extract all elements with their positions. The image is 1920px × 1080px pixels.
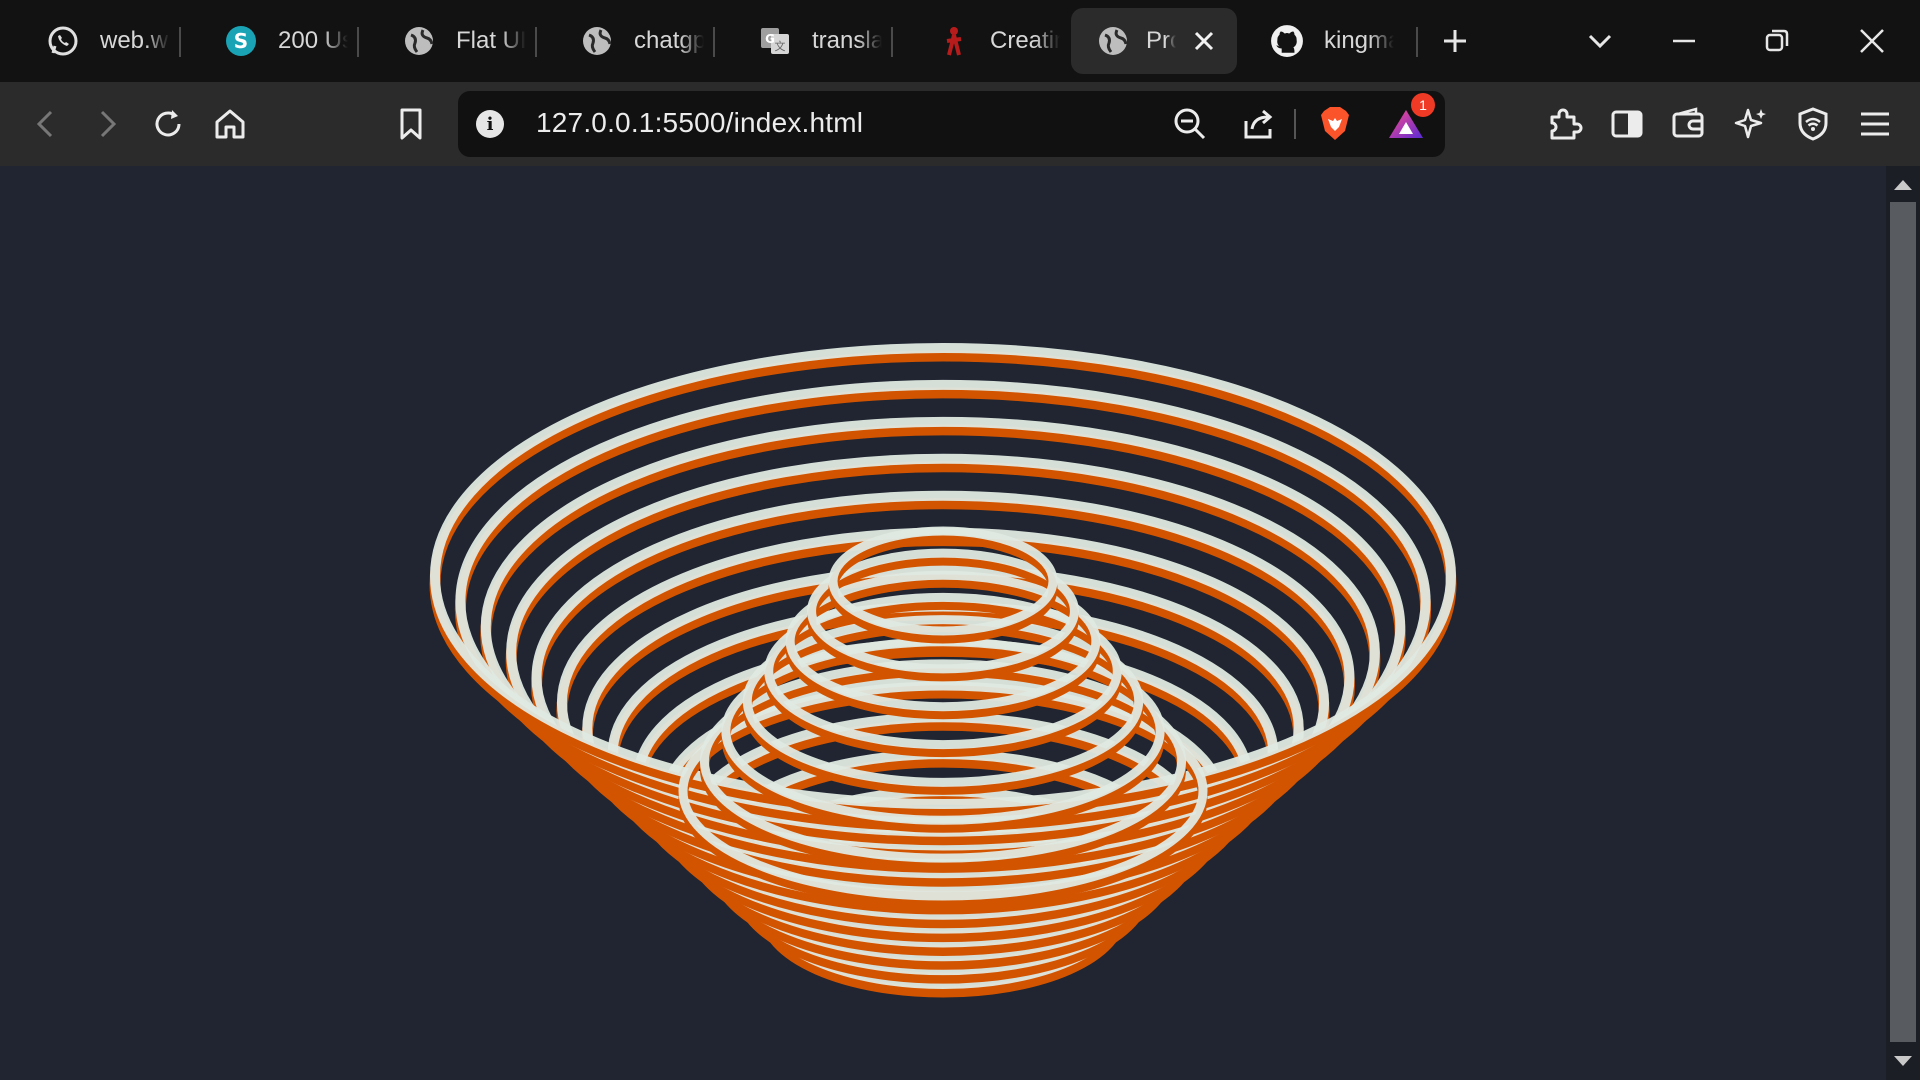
minimize-button[interactable] (1659, 16, 1709, 66)
back-arrow-icon (36, 110, 53, 138)
tab-200-users[interactable]: S 200 Use (198, 8, 348, 74)
zoom-button[interactable] (1165, 99, 1215, 149)
globe-icon (402, 24, 436, 58)
wallet-icon (1672, 107, 1704, 138)
close-window-button[interactable] (1847, 16, 1897, 66)
tab-separator (357, 27, 359, 57)
globe-icon (1096, 24, 1130, 58)
new-tab-button[interactable] (1430, 16, 1480, 66)
tab-title: Flat UI C (456, 27, 526, 54)
tab-title: 200 Use (278, 27, 348, 54)
restore-icon (1765, 29, 1789, 52)
tab-title: Pro (1146, 27, 1176, 54)
omnibox-separator (1294, 109, 1296, 139)
share-icon (1244, 109, 1273, 139)
ring-bowl-animation (429, 343, 1457, 998)
page-viewport (0, 166, 1886, 1080)
close-icon (1860, 29, 1884, 53)
share-button[interactable] (1235, 99, 1285, 149)
svg-text:G: G (765, 32, 775, 46)
home-button[interactable] (205, 99, 255, 149)
bookmark-icon (400, 108, 422, 140)
tab-title: translat (812, 27, 882, 54)
back-button[interactable] (21, 99, 71, 149)
reload-button[interactable] (143, 99, 193, 149)
site-s-icon: S (224, 24, 258, 58)
site-info-icon[interactable]: i (476, 110, 504, 138)
rewards-badge: 1 (1411, 93, 1435, 117)
tab-separator (179, 27, 181, 57)
tab-separator (535, 27, 537, 57)
sidebar-button[interactable] (1602, 99, 1652, 149)
hamburger-menu-icon (1861, 112, 1889, 136)
tab-separator (891, 27, 893, 57)
sidebar-icon (1611, 110, 1643, 138)
tab-creating[interactable]: Creating (910, 8, 1060, 74)
forward-button[interactable] (82, 99, 132, 149)
tab-title: kingma (1324, 27, 1394, 54)
tab-strip: web.wh S 200 Use Flat UI C chatgpt G文 tr… (0, 0, 1920, 82)
puzzle-icon (1550, 108, 1583, 140)
svg-text:文: 文 (775, 39, 786, 53)
extensions-button[interactable] (1540, 99, 1590, 149)
figure-icon (936, 24, 970, 58)
brave-lion-icon (1321, 107, 1349, 140)
tab-translate[interactable]: G文 translat (732, 8, 882, 74)
brave-shields-button[interactable] (1310, 99, 1360, 149)
home-icon (215, 109, 245, 139)
svg-text:S: S (234, 29, 248, 53)
globe-icon (580, 24, 614, 58)
tab-title: Creating (990, 27, 1060, 54)
scroll-down-arrow-icon[interactable] (1894, 1056, 1912, 1066)
google-translate-icon: G文 (758, 24, 792, 58)
menu-button[interactable] (1850, 99, 1900, 149)
tab-github[interactable]: kingma (1244, 8, 1394, 74)
forward-arrow-icon (100, 110, 117, 138)
plus-icon (1444, 30, 1466, 52)
minimize-icon (1673, 39, 1695, 43)
tab-separator (713, 27, 715, 57)
github-icon (1270, 24, 1304, 58)
scroll-thumb[interactable] (1890, 202, 1916, 1042)
tab-whatsapp[interactable]: web.wh (20, 8, 170, 74)
shield-icon (1798, 107, 1828, 141)
tab-title: web.wh (100, 27, 170, 54)
url-text[interactable]: 127.0.0.1:5500/index.html (536, 107, 863, 139)
address-bar[interactable]: i 127.0.0.1:5500/index.html 1 (458, 91, 1445, 157)
zoom-out-icon (1174, 108, 1206, 140)
tab-active[interactable]: Pro (1071, 8, 1237, 74)
whatsapp-icon (46, 24, 80, 58)
tab-flat-ui[interactable]: Flat UI C (376, 8, 526, 74)
wallet-button[interactable] (1664, 99, 1714, 149)
brave-rewards-button[interactable]: 1 (1381, 93, 1435, 149)
vpn-button[interactable] (1788, 99, 1838, 149)
bookmark-button[interactable] (386, 99, 436, 149)
leo-ai-button[interactable] (1726, 99, 1776, 149)
sparkle-icon (1734, 108, 1766, 139)
tab-title: chatgpt (634, 27, 704, 54)
toolbar: i 127.0.0.1:5500/index.html 1 (0, 82, 1920, 166)
tab-separator (1416, 27, 1418, 57)
reload-icon (155, 110, 181, 137)
tab-chatgpt[interactable]: chatgpt (554, 8, 704, 74)
chevron-down-icon (1588, 34, 1612, 49)
restore-button[interactable] (1752, 16, 1802, 66)
tab-search-button[interactable] (1575, 16, 1625, 66)
vertical-scrollbar[interactable] (1886, 166, 1920, 1080)
close-icon[interactable] (1190, 27, 1218, 55)
scroll-up-arrow-icon[interactable] (1894, 180, 1912, 190)
